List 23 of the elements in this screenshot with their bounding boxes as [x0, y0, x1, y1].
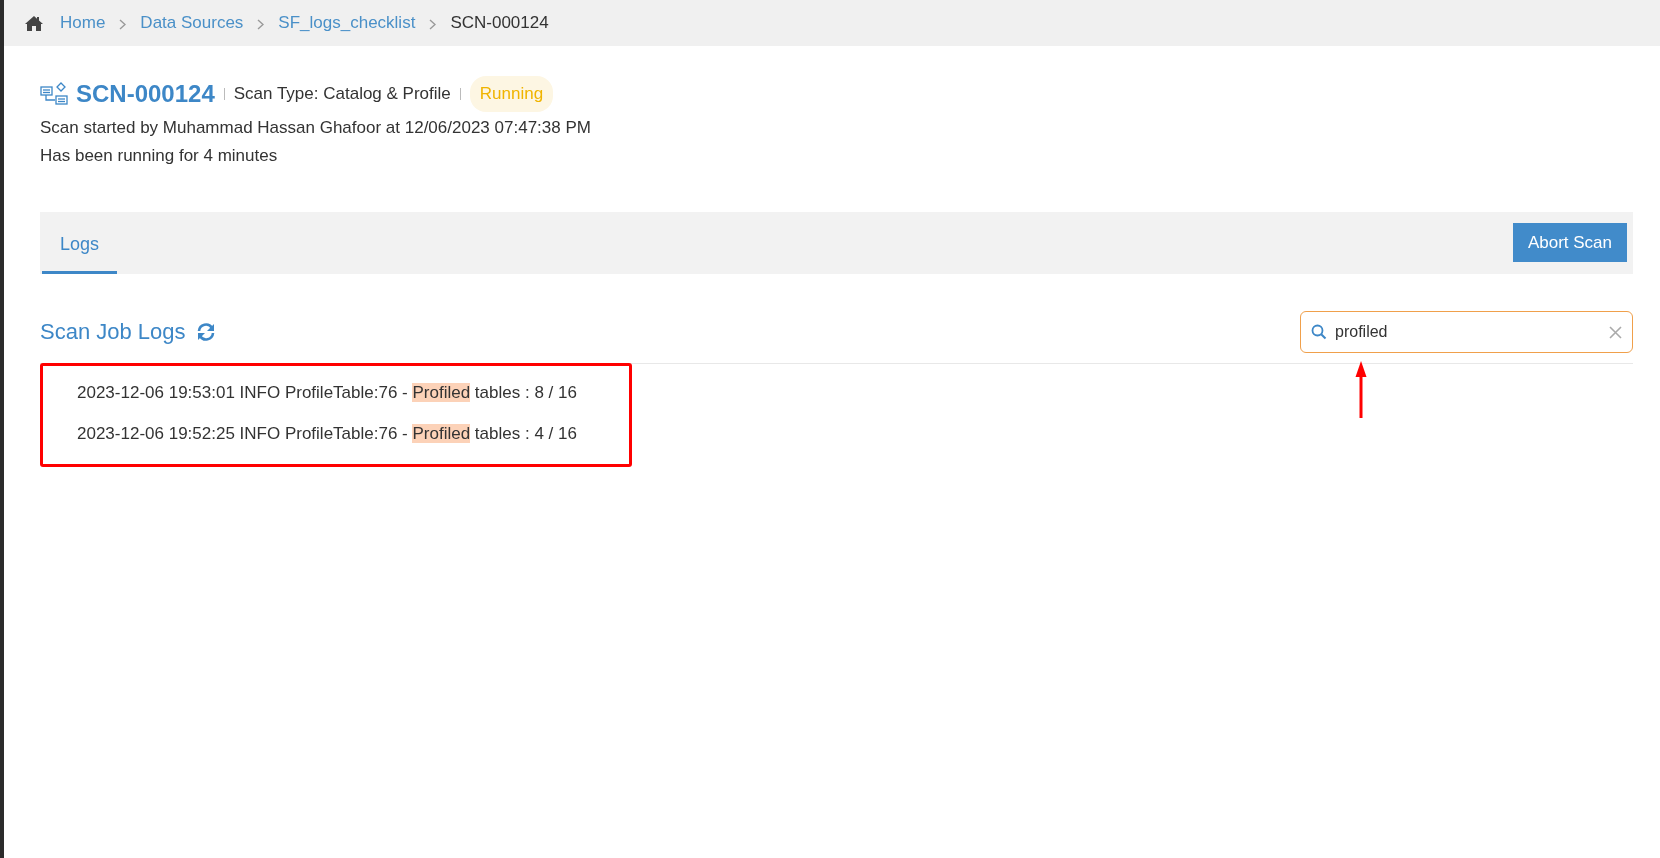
clear-icon[interactable]	[1609, 325, 1622, 339]
search-icon	[1311, 324, 1327, 340]
scan-icon	[40, 82, 70, 106]
running-duration-text: Has been running for 4 minutes	[40, 145, 279, 167]
breadcrumb-link[interactable]: Home	[60, 9, 106, 37]
chevron-icon	[429, 18, 437, 30]
log-entry: 2023-12-06 19:52:25 INFO ProfileTable:76 - Profiled tables : 4 / 16	[77, 423, 578, 445]
chevron-icon	[257, 18, 265, 30]
scan-id-title: SCN-000124	[76, 80, 215, 108]
tab[interactable]: Logs	[42, 216, 118, 274]
breadcrumb-link[interactable]: SF_logs_checklist	[278, 9, 416, 37]
breadcrumb-link[interactable]: Data Sources	[140, 9, 244, 37]
breadcrumb-current: SCN-000124	[450, 12, 549, 34]
home-icon[interactable]	[24, 14, 44, 32]
search-field[interactable]: profiled	[1300, 311, 1633, 353]
scan-type-label: Scan Type: Catalog & Profile	[233, 83, 451, 105]
log-entry: 2023-12-06 19:53:01 INFO ProfileTable:76 - Profiled tables : 8 / 16	[77, 382, 578, 404]
chevron-icon	[119, 18, 127, 30]
abort-scan-button[interactable]: Abort Scan	[1512, 222, 1627, 262]
scan-started-text: Scan started by Muhammad Hassan Ghafoor at 12/06/2023 07:47:38 PM	[40, 117, 592, 139]
refresh-icon[interactable]	[195, 322, 216, 342]
status-badge: Running	[469, 76, 554, 112]
section-title: Scan Job Logs	[40, 318, 186, 346]
